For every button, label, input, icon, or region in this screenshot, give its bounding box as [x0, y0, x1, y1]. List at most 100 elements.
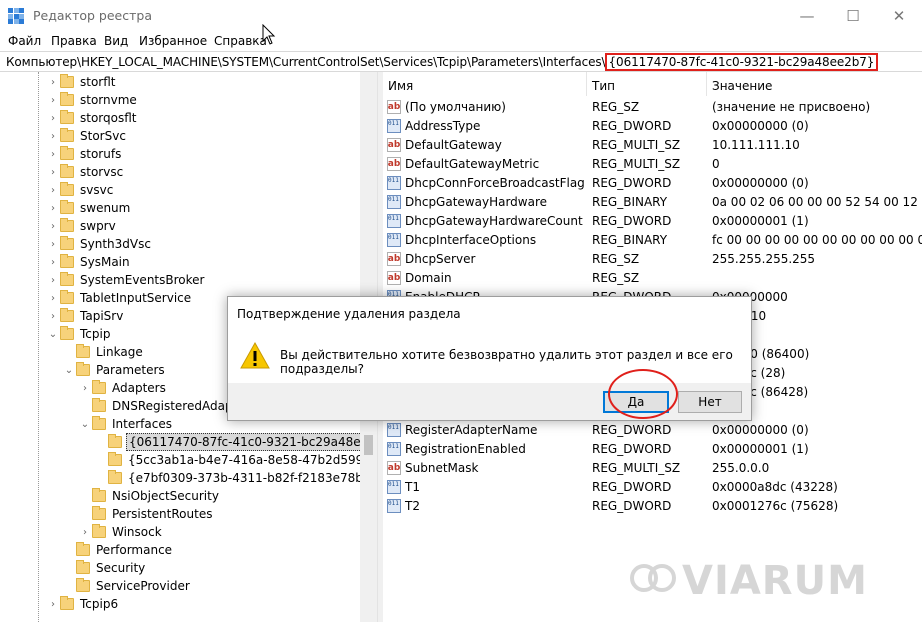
chevron-right-icon[interactable]: ›: [78, 383, 92, 394]
chevron-right-icon[interactable]: ›: [46, 167, 60, 178]
chevron-down-icon[interactable]: ⌄: [78, 419, 92, 430]
value-row[interactable]: ab DhcpServer REG_SZ 255.255.255.255: [383, 250, 922, 269]
tree-node[interactable]: › Synth3dVsc: [46, 235, 153, 253]
value-row[interactable]: 011 110 RegisterAdapterName REG_DWORD 0x000…: [383, 421, 922, 440]
chevron-right-icon[interactable]: ›: [46, 239, 60, 250]
tree-node[interactable]: Linkage: [62, 343, 145, 361]
chevron-right-icon[interactable]: ›: [46, 185, 60, 196]
binary-value-icon: 011 110: [387, 233, 401, 247]
tree-node[interactable]: Performance: [62, 541, 174, 559]
tree-node[interactable]: {5cc3ab1a-b4e7-416a-8e58-47b2d5991da2}: [94, 451, 360, 469]
menu-file[interactable]: Файл: [8, 34, 41, 48]
tree-scrollbar-thumb[interactable]: [364, 435, 373, 455]
close-button[interactable]: ✕: [876, 0, 922, 31]
tree-node[interactable]: › Tcpip6: [46, 595, 120, 613]
menu-view[interactable]: Вид: [104, 34, 128, 48]
value-name-cell: 011 110 RegistrationEnabled: [387, 442, 526, 456]
tree-node[interactable]: Security: [62, 559, 147, 577]
value-row[interactable]: 011 110 DhcpGatewayHardwareCount REG_DWORD…: [383, 212, 922, 231]
minimize-button[interactable]: —: [784, 0, 830, 31]
maximize-button[interactable]: ☐: [830, 0, 876, 31]
chevron-right-icon[interactable]: ›: [46, 293, 60, 304]
tree-node[interactable]: ⌄ Interfaces: [78, 415, 174, 433]
chevron-right-icon[interactable]: ›: [46, 203, 60, 214]
value-name-cell: ab Domain: [387, 271, 452, 285]
column-header-name[interactable]: Имя: [383, 72, 587, 96]
value-row[interactable]: ab DefaultGateway REG_MULTI_SZ 10.111.111.1…: [383, 136, 922, 155]
chevron-right-icon[interactable]: ›: [46, 113, 60, 124]
value-row[interactable]: ab SubnetMask REG_MULTI_SZ 255.0.0.0: [383, 459, 922, 478]
chevron-right-icon[interactable]: ›: [46, 275, 60, 286]
value-row[interactable]: 011 110 RegistrationEnabled REG_DWORD 0x000…: [383, 440, 922, 459]
value-row[interactable]: 011 110 DhcpGatewayHardware REG_BINARY 0a 0…: [383, 193, 922, 212]
tree-node[interactable]: › Adapters: [78, 379, 168, 397]
chevron-right-icon[interactable]: ›: [46, 599, 60, 610]
chevron-right-icon[interactable]: ›: [46, 311, 60, 322]
value-row[interactable]: 011 110 DhcpInterfaceOptions REG_BINARY fc …: [383, 231, 922, 250]
menu-edit[interactable]: Правка: [51, 34, 97, 48]
tree-node[interactable]: › swenum: [46, 199, 132, 217]
folder-icon: [60, 308, 74, 322]
tree-node[interactable]: › StorSvc: [46, 127, 128, 145]
tree-node-label: Tcpip: [80, 327, 111, 341]
tree-node[interactable]: › Winsock: [78, 523, 164, 541]
chevron-right-icon[interactable]: ›: [46, 257, 60, 268]
tree-node-label: Performance: [96, 543, 173, 557]
value-data: 0x0001276c (75628): [712, 499, 839, 513]
tree-node[interactable]: {06117470-87fc-41c0-9321-bc29a48ee2b7}: [94, 433, 360, 451]
value-row[interactable]: 011 110 DhcpConnForceBroadcastFlag REG_DWO…: [383, 174, 922, 193]
string-value-icon: ab: [387, 100, 401, 114]
tree-node-label: Synth3dVsc: [80, 237, 151, 251]
value-row[interactable]: 011 110 T2 REG_DWORD 0x0001276c (75628): [383, 497, 922, 516]
folder-icon: [60, 272, 74, 286]
tree-node[interactable]: › stornvme: [46, 91, 139, 109]
tree-node[interactable]: › storvsc: [46, 163, 125, 181]
no-button[interactable]: Нет: [678, 391, 742, 413]
value-row[interactable]: 011 110 AddressType REG_DWORD 0x00000000 (0…: [383, 117, 922, 136]
chevron-right-icon[interactable]: ›: [46, 221, 60, 232]
chevron-right-icon[interactable]: ›: [46, 95, 60, 106]
tree-node-label: svsvc: [80, 183, 114, 197]
chevron-right-icon[interactable]: ›: [46, 131, 60, 142]
tree-node-label: stornvme: [80, 93, 137, 107]
tree-node[interactable]: › storflt: [46, 73, 118, 91]
tree-node[interactable]: ServiceProvider: [62, 577, 192, 595]
tree-node[interactable]: ⌄ Parameters: [62, 361, 167, 379]
value-row[interactable]: ab DefaultGatewayMetric REG_MULTI_SZ 0: [383, 155, 922, 174]
tree-node[interactable]: › TapiSrv: [46, 307, 125, 325]
value-name: DefaultGatewayMetric: [405, 157, 540, 171]
tree-node-label: storqosflt: [80, 111, 137, 125]
viarum-logo-icon: [630, 564, 676, 592]
tree-node[interactable]: PersistentRoutes: [78, 505, 214, 523]
column-header-value[interactable]: Значение: [707, 72, 922, 96]
value-name: (По умолчанию): [405, 100, 506, 114]
binary-value-icon: 011 110: [387, 442, 401, 456]
chevron-down-icon[interactable]: ⌄: [62, 365, 76, 376]
chevron-right-icon[interactable]: ›: [46, 77, 60, 88]
value-name: T1: [405, 480, 420, 494]
tree-node[interactable]: › TabletInputService: [46, 289, 193, 307]
tree-node-label: {5cc3ab1a-b4e7-416a-8e58-47b2d5991da2}: [128, 453, 360, 467]
value-row[interactable]: ab Domain REG_SZ: [383, 269, 922, 288]
folder-icon: [76, 560, 90, 574]
tree-node[interactable]: {e7bf0309-373b-4311-b82f-f2183e78b824}: [94, 469, 360, 487]
chevron-right-icon[interactable]: ›: [46, 149, 60, 160]
binary-value-icon: 011 110: [387, 214, 401, 228]
value-row[interactable]: 011 110 T1 REG_DWORD 0x0000a8dc (43228): [383, 478, 922, 497]
menu-help[interactable]: Справка: [214, 34, 267, 48]
tree-node[interactable]: › SystemEventsBroker: [46, 271, 206, 289]
menu-favorites[interactable]: Избранное: [139, 34, 207, 48]
tree-node[interactable]: › storqosflt: [46, 109, 139, 127]
folder-icon: [92, 488, 106, 502]
tree-node[interactable]: › storufs: [46, 145, 123, 163]
address-bar[interactable]: Компьютер\HKEY_LOCAL_MACHINE\SYSTEM\Curr…: [0, 51, 922, 72]
tree-node[interactable]: › svsvc: [46, 181, 115, 199]
tree-node[interactable]: › swprv: [46, 217, 118, 235]
tree-node[interactable]: NsiObjectSecurity: [78, 487, 221, 505]
tree-node[interactable]: ⌄ Tcpip: [46, 325, 112, 343]
chevron-down-icon[interactable]: ⌄: [46, 329, 60, 340]
chevron-right-icon[interactable]: ›: [78, 527, 92, 538]
column-header-type[interactable]: Тип: [587, 72, 707, 96]
value-row[interactable]: ab (По умолчанию) REG_SZ (значение не присв…: [383, 98, 922, 117]
tree-node[interactable]: › SysMain: [46, 253, 132, 271]
